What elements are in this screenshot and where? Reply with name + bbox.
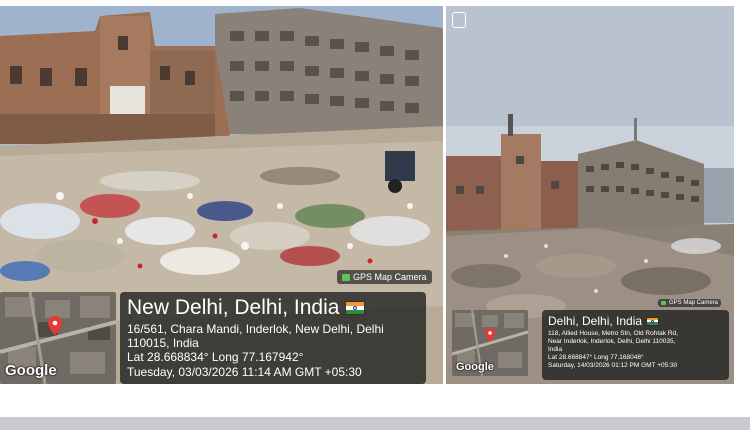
coordinates: Lat 28.668847° Long 77.168048° — [548, 353, 644, 361]
location-title: New Delhi, Delhi, India — [127, 296, 340, 319]
phone-frame-icon — [452, 12, 466, 28]
address-line-2: 110015, India — [127, 336, 199, 351]
google-logo: Google — [456, 361, 494, 373]
bottom-bar — [0, 417, 750, 430]
camera-icon — [342, 273, 350, 281]
coordinates: Lat 28.668834° Long 77.167942° — [127, 350, 304, 365]
address-line-1: 118, Allied House, Metro Stn, Old Rohtak… — [548, 329, 678, 337]
timestamp: Tuesday, 03/03/2026 11:14 AM GMT +05:30 — [127, 364, 362, 379]
address-line-1: 16/561, Chara Mandi, Inderlok, New Delhi… — [127, 322, 384, 337]
address-line-3: India — [548, 345, 563, 353]
gps-camera-label: GPS Map Camera — [669, 300, 719, 306]
google-logo: Google — [5, 362, 57, 379]
camera-icon — [661, 301, 666, 305]
gps-camera-tag: GPS Map Camera — [337, 270, 432, 284]
gps-camera-label: GPS Map Camera — [353, 272, 427, 282]
right-photo: GPS Map Camera Google Delhi, Delhi, Indi… — [446, 6, 734, 384]
timestamp: Saturday, 14/03/2026 01:12 PM GMT +05:30 — [548, 362, 678, 370]
address-line-2: Near Inderlok, Inderlok, Delhi, Delhi 11… — [548, 337, 676, 345]
minimap: Google — [452, 310, 528, 376]
gps-camera-tag: GPS Map Camera — [658, 299, 722, 307]
minimap: Google — [0, 292, 116, 384]
location-stamp: New Delhi, Delhi, India 16/561, Chara Ma… — [120, 292, 426, 384]
location-stamp: Delhi, Delhi, India 118, Allied House, M… — [542, 310, 729, 380]
india-flag-icon — [646, 316, 660, 326]
left-photo: GPS Map Camera Google New Delhi, Delhi, … — [0, 6, 443, 384]
india-flag-icon — [345, 301, 366, 316]
location-title: Delhi, Delhi, India — [548, 314, 643, 328]
